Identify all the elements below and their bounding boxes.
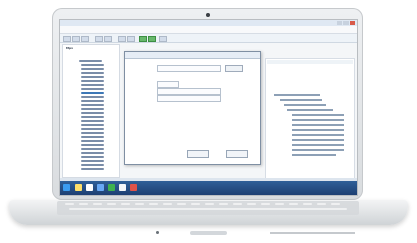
power-indicator-icon — [156, 231, 159, 234]
toolbar-button[interactable] — [118, 36, 126, 42]
toolbar-button[interactable] — [148, 36, 156, 42]
detail-row[interactable] — [292, 119, 344, 121]
tree-item[interactable] — [81, 76, 104, 78]
text-input[interactable] — [157, 88, 221, 95]
taskbar-app-icon[interactable] — [119, 184, 126, 191]
base-edge — [270, 232, 355, 234]
detail-row[interactable] — [292, 149, 344, 151]
tree-item[interactable] — [81, 80, 104, 82]
detail-row[interactable] — [280, 99, 322, 101]
taskbar — [60, 181, 357, 195]
detail-row[interactable] — [292, 139, 344, 141]
menu-bar — [60, 26, 357, 34]
detail-row[interactable] — [292, 124, 344, 126]
browse-button[interactable] — [225, 65, 243, 72]
tree-item[interactable] — [81, 124, 104, 126]
detail-row[interactable] — [287, 109, 333, 111]
tree-item[interactable] — [79, 60, 102, 62]
toolbar — [60, 34, 357, 43]
taskbar-app-icon[interactable] — [86, 184, 93, 191]
tree-item[interactable] — [81, 88, 104, 90]
detail-row[interactable] — [292, 134, 344, 136]
toolbar-button[interactable] — [63, 36, 71, 42]
tree-item[interactable] — [81, 92, 104, 94]
toolbar-button[interactable] — [81, 36, 89, 42]
tree-item[interactable] — [81, 148, 104, 150]
detail-row[interactable] — [292, 144, 344, 146]
tree-item[interactable] — [81, 72, 104, 74]
tree-item[interactable] — [81, 164, 104, 166]
close-icon[interactable] — [349, 21, 355, 25]
taskbar-app-icon[interactable] — [130, 184, 137, 191]
tree-item[interactable] — [81, 156, 104, 158]
taskbar-app-icon[interactable] — [97, 184, 104, 191]
tree-item[interactable] — [81, 168, 104, 170]
tree-item[interactable] — [81, 84, 104, 86]
camera-icon — [206, 13, 210, 17]
tree-item[interactable] — [81, 100, 104, 102]
toolbar-button[interactable] — [139, 36, 147, 42]
tree-item[interactable] — [81, 68, 104, 70]
detail-row[interactable] — [284, 104, 326, 106]
tree-item[interactable] — [81, 120, 104, 122]
dialog-titlebar[interactable] — [125, 52, 260, 59]
text-input[interactable] — [157, 81, 179, 88]
tree-item[interactable] — [81, 160, 104, 162]
toolbar-button[interactable] — [159, 36, 167, 42]
tree-item[interactable] — [81, 112, 104, 114]
properties-dialog — [124, 51, 261, 165]
toolbar-button[interactable] — [104, 36, 112, 42]
ok-button[interactable] — [187, 150, 209, 158]
tree-item[interactable] — [81, 96, 104, 98]
tree-item[interactable] — [81, 144, 104, 146]
text-input[interactable] — [157, 65, 221, 72]
lid-notch — [190, 231, 227, 235]
tree-item[interactable] — [81, 128, 104, 130]
panel-title: Mpv — [66, 46, 74, 50]
toolbar-button[interactable] — [127, 36, 135, 42]
tree-item[interactable] — [81, 140, 104, 142]
detail-row[interactable] — [274, 94, 320, 96]
tree-item[interactable] — [81, 136, 104, 138]
detail-panel — [265, 58, 355, 180]
screen: Mpv — [59, 19, 358, 196]
maximize-icon[interactable] — [343, 21, 349, 25]
tree-item[interactable] — [81, 132, 104, 134]
toolbar-button[interactable] — [72, 36, 80, 42]
detail-row[interactable] — [292, 154, 336, 156]
navigation-tree: Mpv — [62, 44, 120, 178]
taskbar-app-icon[interactable] — [75, 184, 82, 191]
detail-row[interactable] — [292, 114, 344, 116]
keyboard — [57, 201, 359, 215]
windows-start-icon[interactable] — [63, 184, 70, 191]
tree-item[interactable] — [81, 116, 104, 118]
panel-header — [267, 60, 353, 64]
toolbar-button[interactable] — [95, 36, 103, 42]
tree-item[interactable] — [81, 64, 104, 66]
cancel-button[interactable] — [226, 150, 248, 158]
tree-item[interactable] — [81, 152, 104, 154]
tree-item[interactable] — [81, 108, 104, 110]
text-input[interactable] — [157, 95, 221, 102]
window-controls — [337, 21, 355, 25]
taskbar-app-icon[interactable] — [108, 184, 115, 191]
tree-item[interactable] — [81, 104, 104, 106]
detail-row[interactable] — [292, 129, 344, 131]
minimize-icon[interactable] — [337, 21, 343, 25]
